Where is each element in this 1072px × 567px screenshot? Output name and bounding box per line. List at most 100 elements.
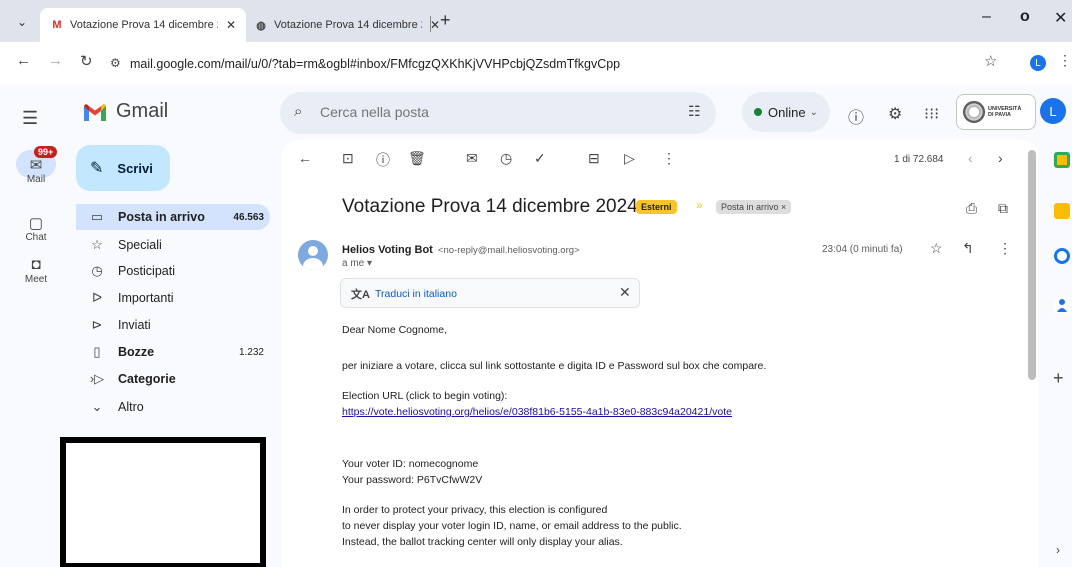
- rail-mail[interactable]: ✉ Mail: [14, 156, 58, 185]
- message-scrollbar[interactable]: [1028, 150, 1036, 380]
- next-chevron-icon[interactable]: ›: [998, 150, 1003, 166]
- archive-icon[interactable]: ⊡: [342, 150, 354, 167]
- tasks-icon[interactable]: [1054, 248, 1070, 264]
- election-url-link[interactable]: https://vote.heliosvoting.org/helios/e/0…: [342, 406, 732, 418]
- rail-meet[interactable]: ◘ Meet: [14, 256, 58, 285]
- sidebar-item-important[interactable]: ᐅ Importanti: [76, 285, 270, 311]
- star-icon[interactable]: ☆: [930, 240, 943, 257]
- snooze-clock-icon[interactable]: ◷: [500, 150, 512, 167]
- folder-count: 46.563: [233, 211, 264, 223]
- minimize-button[interactable]: –: [982, 8, 991, 26]
- sidebar-item-inbox[interactable]: ▭ Posta in arrivo 46.563: [76, 204, 270, 230]
- person-head-shape: [308, 246, 318, 256]
- url-text[interactable]: mail.google.com/mail/u/0/?tab=rm&ogbl#in…: [130, 57, 620, 71]
- mark-unread-icon[interactable]: ✉: [466, 150, 478, 167]
- sidebar-item-more[interactable]: ⌄ Altro: [76, 394, 270, 420]
- tab-close-icon[interactable]: ✕: [226, 18, 236, 32]
- move-to-folder-icon[interactable]: ⊟: [588, 150, 600, 167]
- label-icon[interactable]: ▷: [624, 150, 635, 167]
- apps-grid-icon[interactable]: ⁝⁝⁝: [924, 104, 939, 124]
- close-window-button[interactable]: ✕: [1054, 8, 1067, 28]
- omnibox[interactable]: ⚙ mail.google.com/mail/u/0/?tab=rm&ogbl#…: [106, 50, 1024, 78]
- important-icon: ᐅ: [92, 290, 102, 305]
- organization-badge[interactable]: UNIVERSITÀ DI PAVIA: [956, 94, 1036, 130]
- university-seal-icon: [963, 101, 985, 123]
- add-task-icon[interactable]: ✓: [534, 150, 546, 167]
- gmail-m-icon: [82, 102, 108, 122]
- status-label: Online: [768, 104, 806, 120]
- folder-count: 1.232: [238, 346, 264, 358]
- close-icon[interactable]: ✕: [619, 284, 631, 301]
- inbox-label-badge[interactable]: Posta in arrivo ×: [716, 200, 792, 214]
- message-more-icon[interactable]: ⋮: [998, 240, 1012, 257]
- redacted-box: [60, 437, 266, 567]
- expand-panel-chevron-icon[interactable]: ›: [1056, 543, 1060, 557]
- label-arrow-icon: ›▷: [89, 371, 105, 386]
- sidebar-item-starred[interactable]: ☆ Speciali: [76, 232, 270, 258]
- gmail-favicon-icon: M: [52, 19, 62, 31]
- sidebar-item-sent[interactable]: ⊳ Inviati: [76, 312, 270, 338]
- tab-close-icon[interactable]: ✕: [430, 18, 440, 32]
- sender-line: Helios Voting Bot <no-reply@mail.heliosv…: [342, 244, 580, 256]
- previous-chevron-icon[interactable]: ‹: [968, 150, 973, 166]
- send-icon: ⊳: [91, 317, 103, 332]
- external-label-badge[interactable]: Esterni: [636, 200, 677, 214]
- recipient-dropdown[interactable]: a me ▾: [342, 258, 372, 269]
- compose-button[interactable]: ✎ Scrivi: [76, 145, 170, 191]
- contacts-icon[interactable]: [1054, 297, 1070, 313]
- online-status-dot: [754, 108, 763, 116]
- report-spam-icon[interactable]: ⓘ: [376, 150, 390, 170]
- body-greeting: Dear Nome Cognome,: [342, 324, 448, 336]
- sidebar-item-drafts[interactable]: ▯ Bozze 1.232: [76, 339, 270, 365]
- sender-avatar[interactable]: [298, 240, 328, 270]
- settings-gear-icon[interactable]: ⚙: [888, 104, 902, 124]
- search-input[interactable]: [320, 104, 620, 120]
- site-settings-icon[interactable]: ⚙: [110, 56, 121, 70]
- body-url-label: Election URL (click to begin voting):: [342, 390, 508, 402]
- open-new-window-icon[interactable]: ⧉: [998, 200, 1008, 217]
- reload-icon[interactable]: ↻: [80, 52, 93, 70]
- maximize-button[interactable]: o: [1020, 8, 1030, 26]
- browser-profile-avatar[interactable]: L: [1030, 55, 1046, 71]
- message-time: 23:04 (0 minuti fa): [822, 244, 903, 255]
- sidebar-item-snoozed[interactable]: ◷ Posticipati: [76, 258, 270, 284]
- delete-trash-icon[interactable]: 🗑: [408, 150, 426, 167]
- reply-icon[interactable]: ↰: [962, 240, 974, 257]
- status-chip[interactable]: Online ⌄: [742, 92, 830, 132]
- sidebar-item-categories[interactable]: ›▷ Categorie: [76, 366, 270, 392]
- browser-tab-strip: ⌄ M Votazione Prova 14 dicembre 2 ✕ ◍ Vo…: [0, 0, 1072, 42]
- globe-favicon-icon: ◍: [256, 19, 266, 32]
- translate-link[interactable]: Traduci in italiano: [375, 288, 457, 300]
- search-icon[interactable]: ⌕: [294, 103, 302, 120]
- search-options-icon[interactable]: ☷: [688, 103, 701, 120]
- main-menu-icon[interactable]: ☰: [22, 108, 38, 129]
- bookmark-star-icon[interactable]: ☆: [984, 52, 997, 70]
- help-icon[interactable]: ⓘ: [848, 104, 864, 128]
- sender-name[interactable]: Helios Voting Bot: [342, 244, 433, 256]
- gmail-app-name: Gmail: [116, 100, 169, 122]
- rail-chat[interactable]: ▢ Chat: [14, 214, 58, 243]
- tab-search-chevron-icon[interactable]: ⌄: [10, 10, 34, 34]
- inbox-icon: ▭: [90, 209, 104, 224]
- back-arrow-icon[interactable]: ←: [16, 52, 31, 69]
- browser-tab[interactable]: ◍ Votazione Prova 14 dicembre 2 ✕: [244, 8, 450, 42]
- browser-menu-icon[interactable]: ⋮: [1058, 52, 1072, 69]
- account-avatar[interactable]: L: [1040, 98, 1066, 124]
- more-options-icon[interactable]: ⋮: [662, 150, 676, 167]
- calendar-icon[interactable]: [1054, 152, 1070, 168]
- rail-mail-label: Mail: [26, 174, 46, 185]
- translate-bar: 文A Traduci in italiano ✕: [340, 278, 640, 308]
- forward-arrow-icon[interactable]: →: [48, 52, 63, 69]
- new-tab-button[interactable]: +: [440, 10, 451, 31]
- back-arrow-icon[interactable]: ←: [298, 150, 312, 166]
- print-icon[interactable]: ⎙: [966, 200, 977, 217]
- message-panel: ← ⊡ ⓘ 🗑 ✉ ◷ ✓ ⊟ ▷ ⋮ 1 di 72.684 ‹ › Vota…: [282, 140, 1038, 567]
- keep-icon[interactable]: [1054, 203, 1070, 219]
- search-bar[interactable]: ⌕ ☷: [280, 92, 716, 134]
- add-addon-icon[interactable]: +: [1053, 368, 1064, 389]
- importance-marker-icon[interactable]: »: [696, 198, 703, 212]
- gmail-logo[interactable]: Gmail: [82, 100, 168, 123]
- folder-label: Posta in arrivo: [118, 210, 205, 224]
- browser-tab-active[interactable]: M Votazione Prova 14 dicembre 2 ✕: [40, 8, 247, 42]
- tab-title: Votazione Prova 14 dicembre 2: [274, 19, 422, 31]
